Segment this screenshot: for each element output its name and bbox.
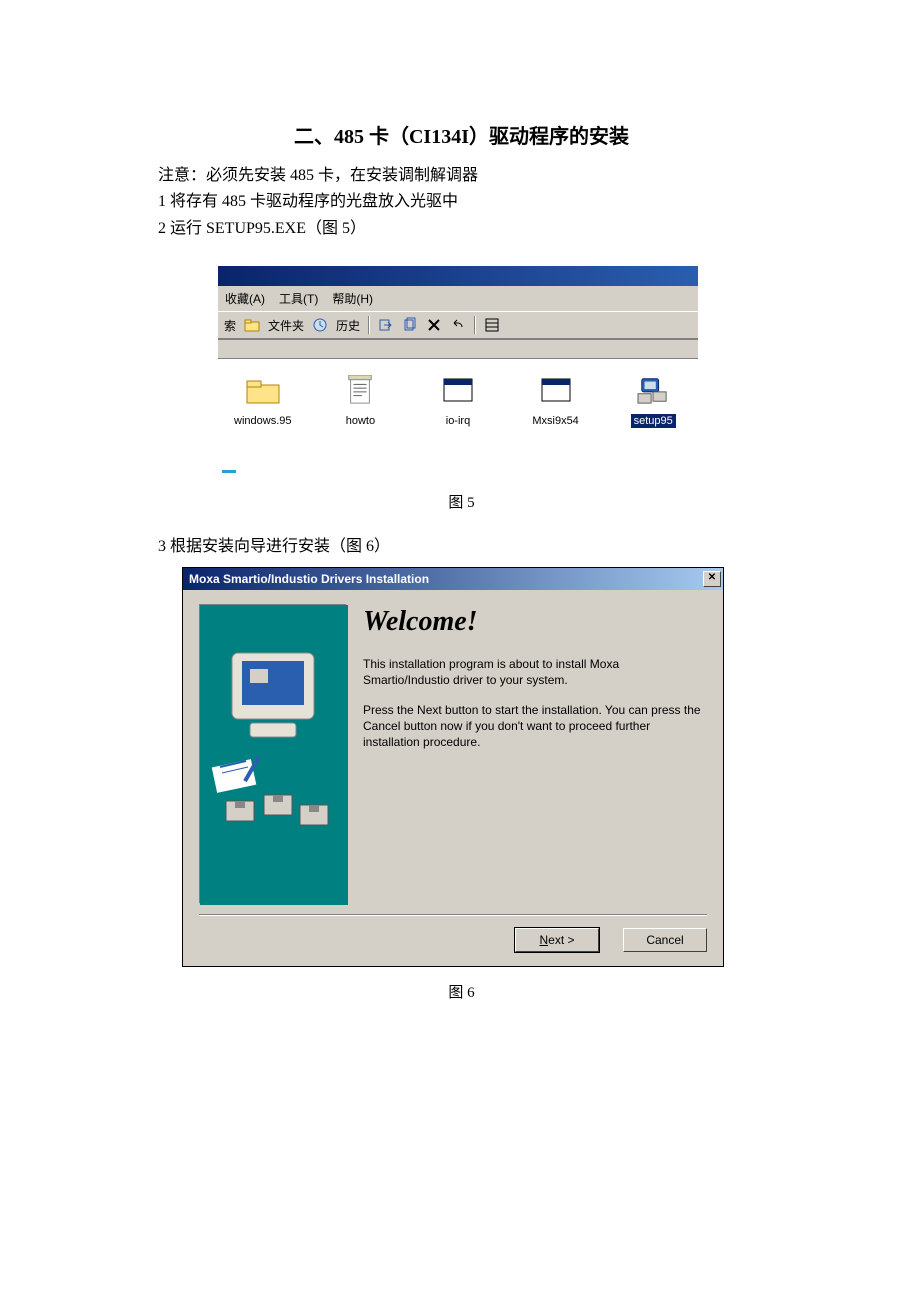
- installer-heading: Welcome!: [363, 606, 707, 638]
- file-label: howto: [343, 414, 378, 428]
- step-1: 1 将存有 485 卡驱动程序的光盘放入光驱中: [158, 189, 765, 215]
- installer-paragraph-2: Press the Next button to start the insta…: [363, 702, 707, 751]
- file-item[interactable]: io-irq: [423, 375, 493, 428]
- delete-icon[interactable]: [426, 317, 442, 333]
- toolbar-folders[interactable]: 文件夹: [268, 317, 304, 334]
- file-label: windows.95: [231, 414, 294, 428]
- exe-icon: [538, 375, 574, 408]
- folder-icon: [245, 375, 281, 408]
- explorer-toolbar: 索 文件夹 历史: [218, 311, 698, 339]
- explorer-menubar: 收藏(A) 工具(T) 帮助(H): [218, 286, 698, 311]
- toolbar-history[interactable]: 历史: [336, 317, 360, 334]
- menu-favorites[interactable]: 收藏(A): [225, 290, 265, 307]
- folders-icon: [244, 317, 260, 333]
- menu-help[interactable]: 帮助(H): [332, 290, 373, 307]
- notice-line: 注意：必须先安装 485 卡，在安装调制解调器: [158, 163, 765, 189]
- close-icon[interactable]: ✕: [703, 571, 721, 587]
- history-icon: [312, 317, 328, 333]
- file-label: Mxsi9x54: [529, 414, 581, 428]
- move-to-icon[interactable]: [378, 317, 394, 333]
- views-icon[interactable]: [484, 317, 500, 333]
- step-2: 2 运行 SETUP95.EXE（图 5）: [158, 216, 765, 242]
- toolbar-search-fragment[interactable]: 索: [224, 317, 236, 334]
- menu-tools[interactable]: 工具(T): [279, 290, 318, 307]
- setup-icon: [635, 375, 671, 408]
- file-item[interactable]: windows.95: [228, 375, 298, 428]
- installer-side-image: [199, 604, 347, 904]
- file-label: setup95: [631, 414, 676, 428]
- figure-6-caption: 图 6: [158, 981, 765, 1002]
- installer-paragraph-1: This installation program is about to in…: [363, 656, 707, 688]
- toolbar-separator: [474, 316, 476, 334]
- figure-5-caption: 图 5: [158, 491, 765, 512]
- installer-titlebar: Moxa Smartio/Industio Drivers Installati…: [183, 568, 723, 590]
- file-item[interactable]: setup95: [618, 375, 688, 428]
- explorer-titlebar: [218, 266, 698, 286]
- toolbar-separator: [368, 316, 370, 334]
- figure-5-explorer: 收藏(A) 工具(T) 帮助(H) 索 文件夹 历史: [218, 266, 698, 477]
- text-file-icon: [342, 375, 378, 408]
- cancel-button[interactable]: Cancel: [623, 928, 707, 952]
- document-title: 二、485 卡（CI134I）驱动程序的安装: [158, 120, 765, 149]
- file-item[interactable]: howto: [326, 375, 396, 428]
- figure-6-installer: Moxa Smartio/Industio Drivers Installati…: [182, 567, 724, 967]
- explorer-content: windows.95 howto io-irq Mxsi9x54: [218, 358, 698, 456]
- file-label: io-irq: [443, 414, 473, 428]
- step-3: 3 根据安装向导进行安装（图 6）: [158, 534, 765, 560]
- installer-divider: [199, 914, 707, 916]
- copy-to-icon[interactable]: [402, 317, 418, 333]
- installer-title: Moxa Smartio/Industio Drivers Installati…: [189, 572, 429, 586]
- file-item[interactable]: Mxsi9x54: [521, 375, 591, 428]
- exe-icon: [440, 375, 476, 408]
- next-button[interactable]: Next >: [515, 928, 599, 952]
- undo-icon[interactable]: [450, 317, 466, 333]
- explorer-gap: [218, 339, 698, 358]
